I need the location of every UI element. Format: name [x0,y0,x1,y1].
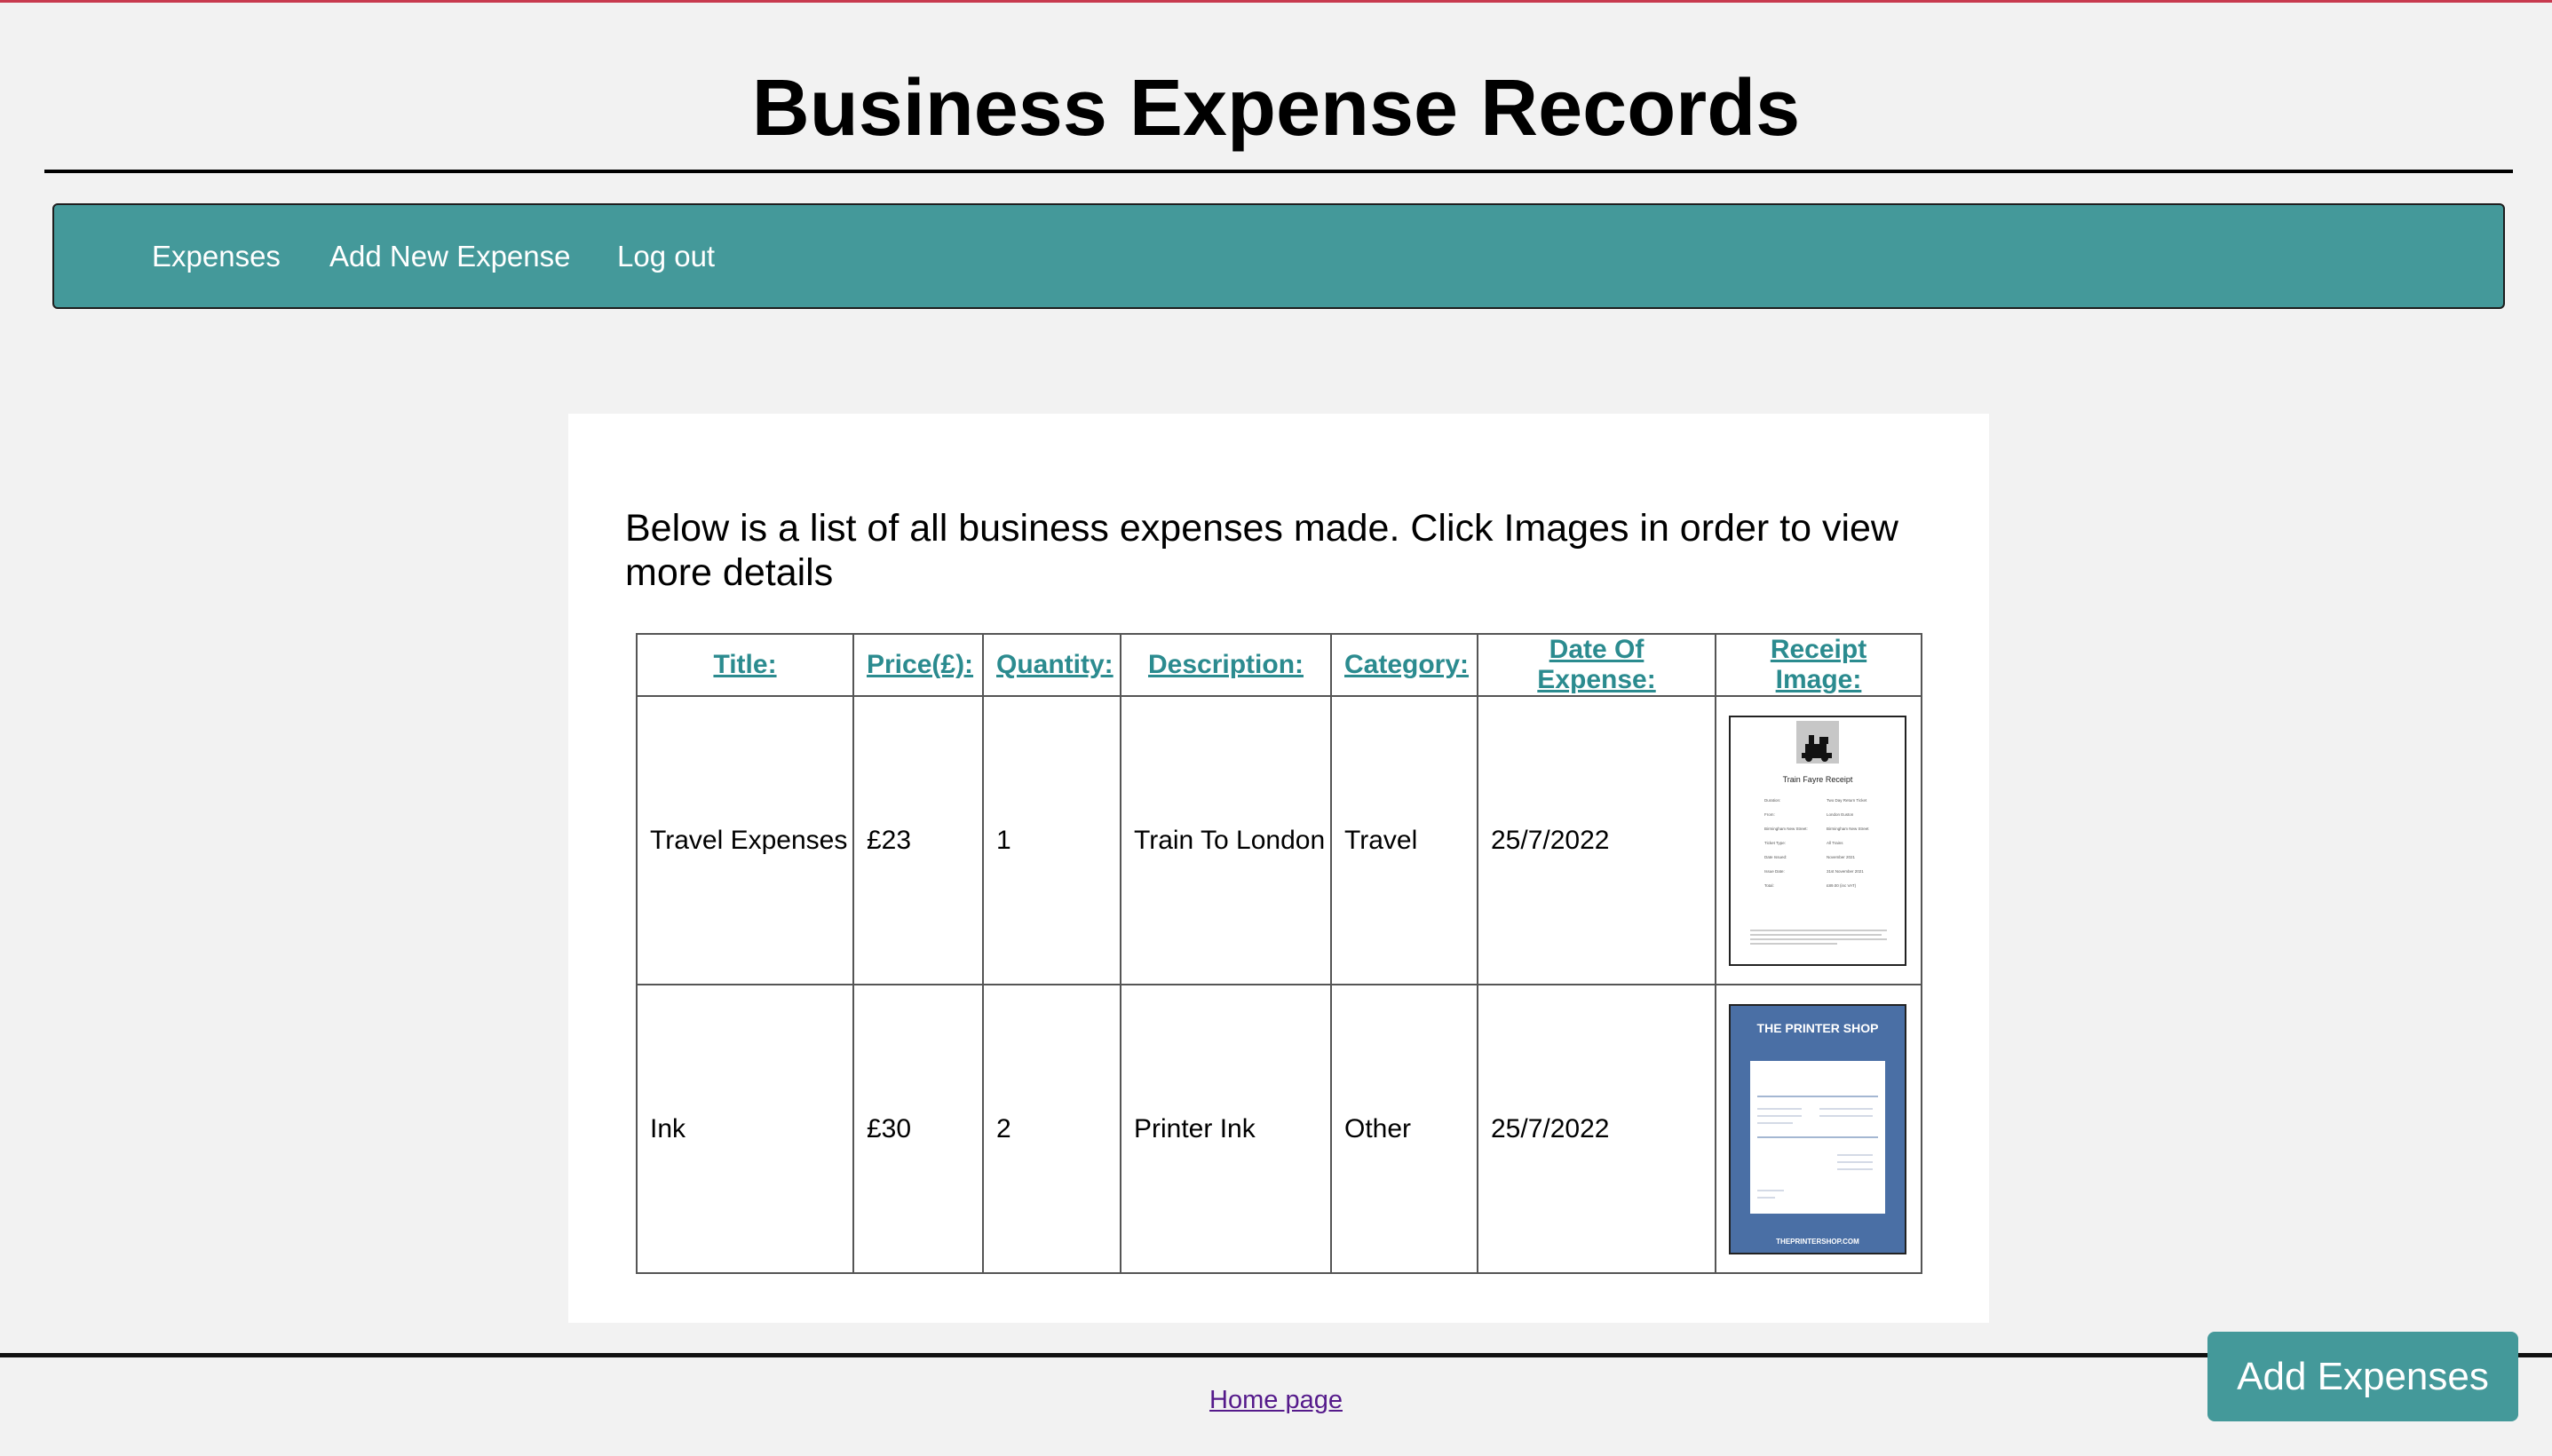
navbar: Expenses Add New Expense Log out [52,203,2505,309]
receipt-line-key: Birmingham New Street: [1764,827,1808,831]
home-page-link[interactable]: Home page [0,1381,2552,1420]
train-ticket-icon: Train Fayre Receipt Duration: Two Day Ret… [1750,720,1887,944]
cell-quantity: 1 [982,695,1121,985]
nav-item-log-out[interactable]: Log out [617,205,715,307]
cell-title: Ink [636,984,854,1274]
receipt-line-value: 31st November 2021 [1827,869,1864,874]
printer-receipt-icon: THE PRINTER SHOP THEPRINTERSHOP.COM [1750,1021,1885,1246]
column-header-price[interactable]: Price(£): [867,650,973,679]
receipt-line-value: £89.00 (inc VAT) [1827,883,1857,888]
receipt-line-key: From: [1764,812,1775,817]
receipt-shop-name: THE PRINTER SHOP [1757,1021,1879,1035]
cell-date: 25/7/2022 [1477,695,1716,985]
receipt-line-key: Total: [1764,883,1774,888]
footer-divider [0,1353,2552,1357]
receipt-line-value: London Euston [1827,812,1854,817]
column-header-description[interactable]: Description: [1148,650,1304,679]
page-title: Business Expense Records [751,64,1801,153]
cell-title: Travel Expenses [636,695,854,985]
receipt-heading: Train Fayre Receipt [1783,775,1853,784]
cell-description: Train To London [1120,695,1332,985]
column-header-category[interactable]: Category: [1344,650,1469,679]
title-divider [44,170,2513,173]
expenses-table: Title: Price(£): Quantity: Description: … [636,633,1922,1274]
receipt-line-value: Birmingham New Street [1827,827,1869,831]
cell-category: Other [1330,984,1478,1274]
receipt-line-value: November 2021 [1827,855,1856,859]
add-expenses-button[interactable]: Add Expenses [2207,1332,2518,1421]
train-receipt-image[interactable]: Train Fayre Receipt Duration: Two Day Ret… [1729,715,1906,966]
intro-text: Below is a list of all business expenses… [625,507,1898,594]
column-header-date[interactable]: Date Of Expense: [1537,635,1655,694]
table-row: Travel Expenses £23 1 Train To London Tr… [636,695,1922,985]
column-header-receipt-image[interactable]: Receipt Image: [1771,635,1866,694]
receipt-line-value: All Trains [1827,841,1843,845]
table-row: Ink £30 2 Printer Ink Other 25/7/2022 TH… [636,984,1922,1274]
top-border [0,0,2552,3]
cell-date: 25/7/2022 [1477,984,1716,1274]
receipt-shop-url: THEPRINTERSHOP.COM [1776,1238,1859,1246]
receipt-line-key: Ticket Type: [1764,841,1786,845]
cell-category: Travel [1330,695,1478,985]
receipt-line-key: Issue Date: [1764,869,1785,874]
receipt-line-value: Two Day Return Ticket [1827,798,1867,803]
nav-item-add-new-expense[interactable]: Add New Expense [329,205,571,307]
receipt-line-key: Duration: [1764,798,1780,803]
cell-quantity: 2 [982,984,1121,1274]
table-header-row: Title: Price(£): Quantity: Description: … [636,633,1922,697]
expenses-card: Below is a list of all business expenses… [568,414,1989,1323]
nav-item-expenses[interactable]: Expenses [152,205,281,307]
column-header-quantity[interactable]: Quantity: [996,650,1114,679]
cell-price: £23 [852,695,984,985]
cell-price: £30 [852,984,984,1274]
cell-receipt: Train Fayre Receipt Duration: Two Day Ret… [1715,695,1922,985]
cell-description: Printer Ink [1120,984,1332,1274]
receipt-line-key: Date Issued: [1764,855,1787,859]
printer-shop-receipt-image[interactable]: THE PRINTER SHOP THEPRINTERSHOP.COM [1729,1003,1906,1254]
column-header-title[interactable]: Title: [713,650,776,679]
cell-receipt: THE PRINTER SHOP THEPRINTERSHOP.COM [1715,984,1922,1274]
